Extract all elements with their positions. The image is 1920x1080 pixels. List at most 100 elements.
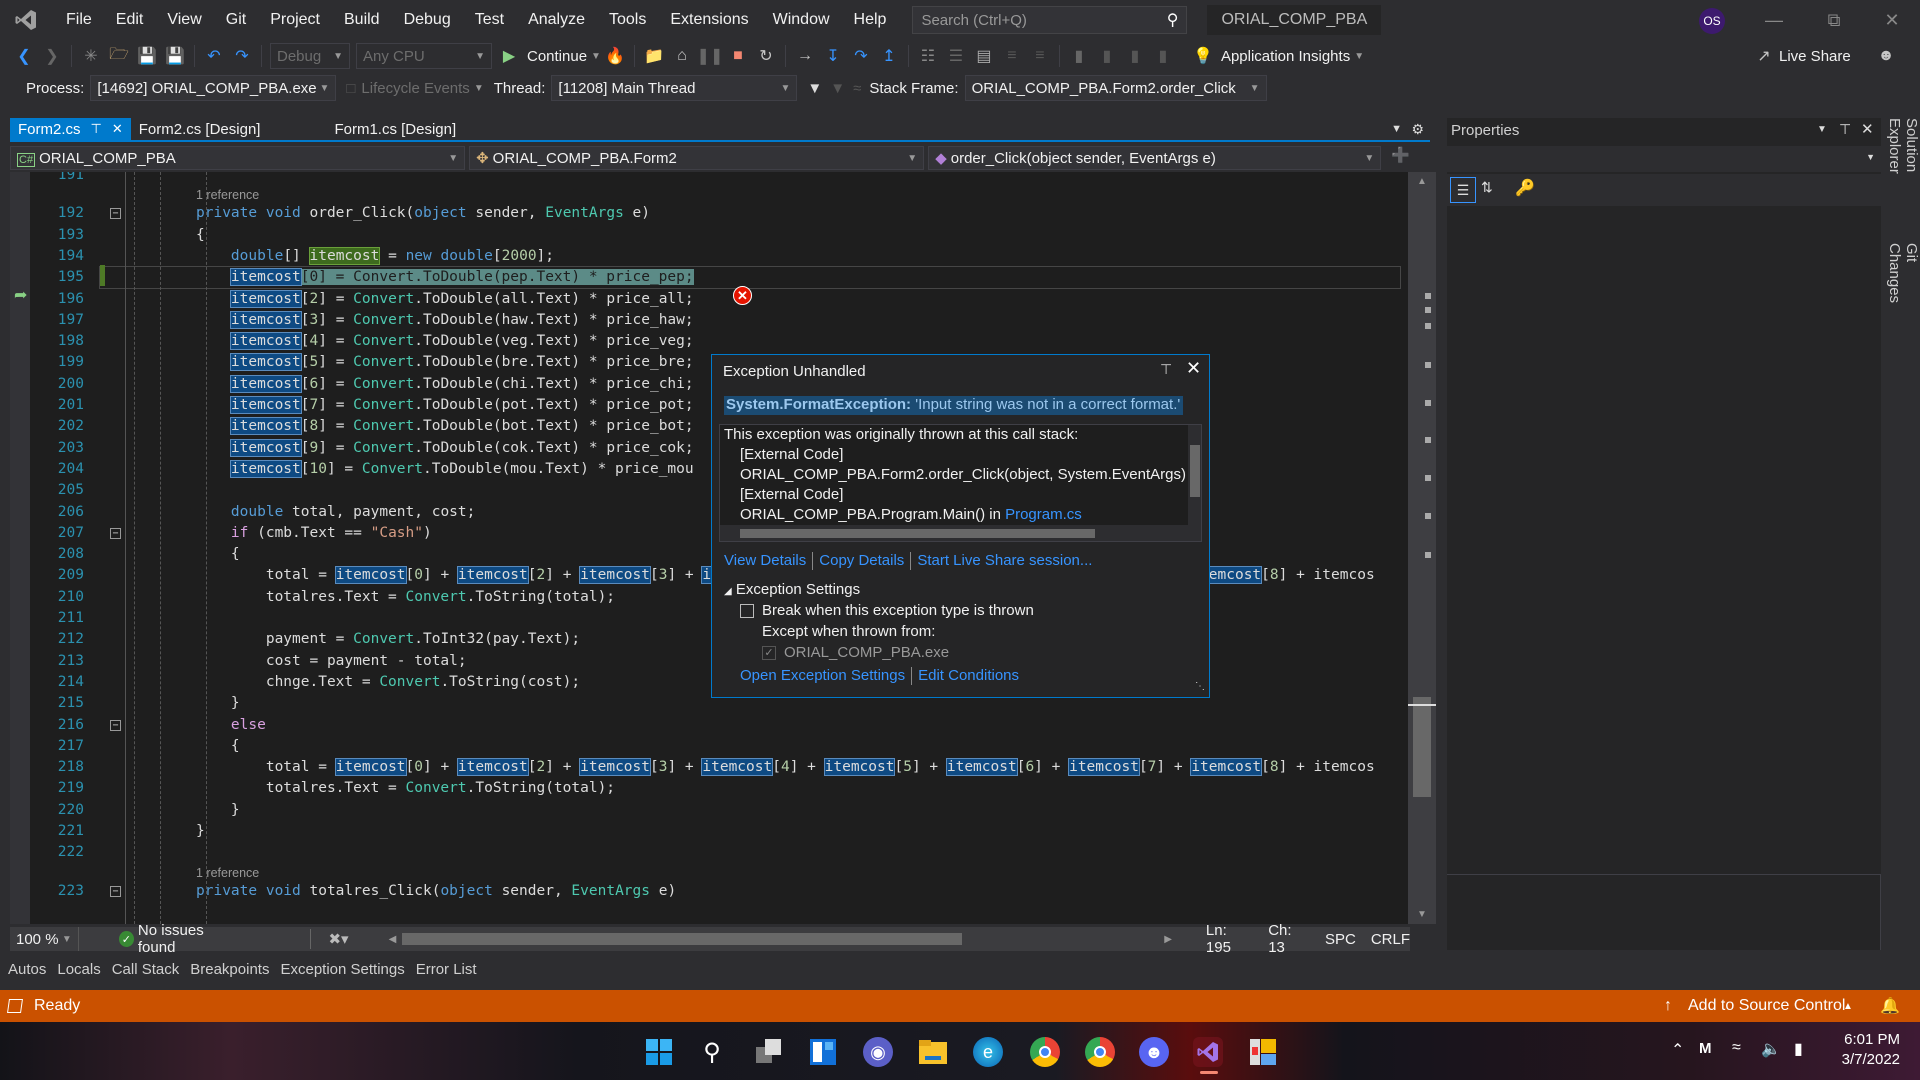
show-next-statement-icon[interactable]: → xyxy=(793,44,817,68)
code-line[interactable]: 193 { xyxy=(10,225,1400,246)
menu-debug[interactable]: Debug xyxy=(392,0,463,40)
configuration-dropdown[interactable]: Debug ▼ xyxy=(270,43,350,69)
line-number-status[interactable]: Ln: 195 xyxy=(1206,922,1253,956)
undo-icon[interactable]: ↶ xyxy=(202,44,226,68)
add-to-source-control-button[interactable]: Add to Source Control xyxy=(1688,997,1845,1015)
tab-locals[interactable]: Locals xyxy=(57,961,100,978)
collapse-region-icon[interactable]: − xyxy=(110,885,121,897)
tab-call-stack[interactable]: Call Stack xyxy=(112,961,180,978)
tab-breakpoints[interactable]: Breakpoints xyxy=(190,961,269,978)
scroll-up-icon[interactable]: ▲ xyxy=(1417,176,1427,187)
panel-menu-icon[interactable]: ▼ xyxy=(1817,124,1827,135)
menu-view[interactable]: View xyxy=(155,0,213,40)
code-line[interactable]: 195 itemcost[0] = Convert.ToDouble(pep.T… xyxy=(58,266,1401,290)
chevron-down-icon[interactable]: ▼ xyxy=(1354,51,1364,62)
property-pages-key-icon[interactable]: 🔑 xyxy=(1515,178,1535,198)
code-line[interactable]: 217 { xyxy=(10,736,1400,757)
scroll-right-icon[interactable]: ▶ xyxy=(1164,934,1172,945)
line-ending-status[interactable]: CRLF xyxy=(1371,931,1410,948)
menu-extensions[interactable]: Extensions xyxy=(658,0,760,40)
alphabetical-icon[interactable]: ⇅ xyxy=(1481,179,1493,196)
collapse-region-icon[interactable]: − xyxy=(110,208,121,220)
thread-dropdown[interactable]: [11208] Main Thread ▼ xyxy=(551,75,798,101)
outdent-icon[interactable]: ≡ xyxy=(1028,44,1052,68)
whitespace-status[interactable]: SPC xyxy=(1325,931,1356,948)
live-share-icon[interactable]: ↗ xyxy=(1752,44,1776,68)
code-line[interactable]: 220 } xyxy=(10,800,1400,821)
chrome-profile-icon[interactable] xyxy=(1085,1037,1115,1067)
restart-icon[interactable]: ↻ xyxy=(754,44,778,68)
code-line[interactable]: 223 private void totalres_Click(object se… xyxy=(10,881,1400,902)
scrollbar-thumb[interactable] xyxy=(1190,445,1200,497)
exception-message[interactable]: System.FormatException: 'Input string wa… xyxy=(724,396,1183,415)
exception-settings-expander[interactable]: ◢ Exception Settings xyxy=(724,581,860,598)
stack-horizontal-scrollbar[interactable] xyxy=(720,525,1201,541)
column-status[interactable]: Ch: 13 xyxy=(1268,922,1310,956)
close-tab-icon[interactable]: ✕ xyxy=(112,121,123,137)
code-line[interactable]: 216 else − xyxy=(10,715,1400,736)
code-line[interactable]: 197 itemcost[3] = Convert.ToDouble(haw.T… xyxy=(10,310,1400,331)
close-panel-icon[interactable]: ✕ xyxy=(1861,120,1874,138)
tab-autos[interactable]: Autos xyxy=(8,961,46,978)
indent-icon[interactable]: ≡ xyxy=(1000,44,1024,68)
program-cs-link[interactable]: Program.cs xyxy=(1005,506,1082,523)
vertical-scrollbar[interactable]: ▲ ▼ xyxy=(1408,172,1436,924)
error-icon[interactable]: ✕ xyxy=(733,286,752,305)
close-icon[interactable]: ✕ xyxy=(1186,358,1201,379)
flag-threads-icon[interactable]: ≈ xyxy=(853,80,861,97)
account-avatar[interactable]: OS xyxy=(1699,8,1725,34)
code-line[interactable]: 218 total = itemcost[0] + itemcost[2] + … xyxy=(10,757,1400,778)
code-line[interactable]: 196 itemcost[2] = Convert.ToDouble(all.T… xyxy=(10,289,1400,310)
navigate-back-icon[interactable]: ❮ xyxy=(12,44,36,68)
code-line[interactable]: 198 itemcost[4] = Convert.ToDouble(veg.T… xyxy=(10,331,1400,352)
widgets-icon[interactable] xyxy=(808,1037,838,1067)
copy-details-link[interactable]: Copy Details xyxy=(819,552,904,569)
close-window-button[interactable]: ✕ xyxy=(1862,0,1920,40)
step-out-icon[interactable]: ↥ xyxy=(877,44,901,68)
code-line[interactable]: 222 xyxy=(10,842,1400,863)
collapse-region-icon[interactable]: − xyxy=(110,527,121,539)
gear-icon[interactable]: ⚙ xyxy=(1411,121,1424,138)
tab-error-list[interactable]: Error List xyxy=(416,961,477,978)
tab-exception-settings[interactable]: Exception Settings xyxy=(280,961,404,978)
view-details-link[interactable]: View Details xyxy=(724,552,806,569)
code-line[interactable]: 219 totalres.Text = Convert.ToString(tot… xyxy=(10,778,1400,799)
task-view-icon[interactable] xyxy=(754,1037,784,1067)
minimize-button[interactable]: — xyxy=(1744,0,1804,40)
pin-icon[interactable]: ⊤ xyxy=(1839,121,1851,138)
tab-form2-design[interactable]: Form2.cs [Design] xyxy=(131,118,269,140)
search-taskbar-icon[interactable]: ⚲ xyxy=(697,1037,727,1067)
browser-link-icon[interactable]: ⌂ xyxy=(670,44,694,68)
tray-app-icon[interactable]: M xyxy=(1699,1040,1712,1057)
save-all-icon[interactable]: 💾 xyxy=(163,44,187,68)
prev-bookmark-icon[interactable]: ▮ xyxy=(1095,44,1119,68)
call-stack-box[interactable]: This exception was originally thrown at … xyxy=(719,424,1202,542)
menu-help[interactable]: Help xyxy=(842,0,899,40)
horizontal-scrollbar[interactable] xyxy=(402,933,1158,945)
resize-grip-icon[interactable]: ⋱ xyxy=(1195,681,1205,692)
step-into-icon[interactable]: ↧ xyxy=(821,44,845,68)
discord-icon[interactable]: ☻ xyxy=(1139,1037,1169,1067)
git-changes-tab[interactable]: Git Changes xyxy=(1886,243,1920,324)
code-line[interactable]: 192 private void order_Click(object sende… xyxy=(10,203,1400,224)
bookmark-icon[interactable]: ▮ xyxy=(1067,44,1091,68)
menu-analyze[interactable]: Analyze xyxy=(516,0,597,40)
code-line[interactable]: 191 xyxy=(10,172,1400,186)
search-input[interactable]: Search (Ctrl+Q) ⚲ xyxy=(912,6,1188,34)
restore-button[interactable]: ⧉ xyxy=(1804,0,1864,40)
visual-studio-taskbar-icon[interactable] xyxy=(1193,1037,1223,1067)
filter-clear-icon[interactable]: ▼ xyxy=(830,80,845,97)
toggle-breakpoints-icon[interactable]: ☷ xyxy=(916,44,940,68)
start-windows-icon[interactable] xyxy=(644,1037,674,1067)
issues-status[interactable]: No issues found xyxy=(138,922,240,956)
scroll-down-icon[interactable]: ▼ xyxy=(1417,909,1427,920)
lifecycle-events-dropdown[interactable]: Lifecycle Events xyxy=(361,80,469,97)
notifications-bell-icon[interactable]: 🔔 xyxy=(1880,996,1900,1016)
menu-test[interactable]: Test xyxy=(463,0,516,40)
break-when-thrown-option[interactable]: Break when this exception type is thrown xyxy=(740,602,1034,619)
tab-overflow-icon[interactable]: ▼ xyxy=(1391,123,1402,135)
control-panel-icon[interactable] xyxy=(1248,1037,1278,1067)
comment-icon[interactable]: ☰ xyxy=(944,44,968,68)
platform-dropdown[interactable]: Any CPU ▼ xyxy=(356,43,492,69)
navigate-forward-icon[interactable]: ❯ xyxy=(40,44,64,68)
